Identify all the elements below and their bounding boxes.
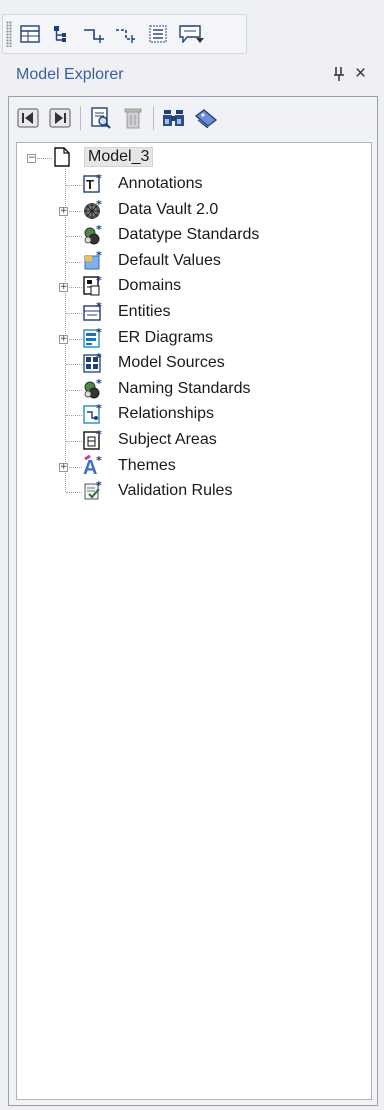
entities-icon: *: [83, 300, 105, 323]
datatype-standards-icon: *: [83, 223, 105, 246]
svg-text:*: *: [96, 301, 102, 313]
model-sources-icon: *: [83, 351, 105, 374]
data-vault-icon: *: [83, 198, 105, 221]
expand-toggle[interactable]: +: [59, 334, 68, 344]
delete-icon[interactable]: [121, 106, 145, 130]
expand-toggle[interactable]: +: [59, 283, 68, 293]
back-icon[interactable]: [16, 106, 40, 130]
tree-connector: [66, 492, 82, 494]
tree-item-subject-areas[interactable]: Subject Areas: [118, 431, 217, 449]
svg-text:*: *: [96, 224, 102, 236]
svg-text:*: *: [96, 327, 102, 339]
tree-item-default-values[interactable]: Default Values: [118, 252, 221, 270]
forward-icon[interactable]: [48, 106, 72, 130]
expand-toggle[interactable]: +: [59, 206, 68, 216]
tree-connector: [66, 466, 82, 468]
properties-icon[interactable]: [89, 106, 113, 130]
svg-text:*: *: [96, 199, 102, 211]
tree-connector: [66, 261, 82, 263]
tree-connector: [66, 287, 82, 289]
tree-icon[interactable]: [50, 22, 74, 46]
toolbar-separator: [80, 106, 81, 130]
domains-icon: *: [83, 274, 105, 297]
tree-connector: [66, 338, 82, 340]
tree-item-datatype-standards[interactable]: Datatype Standards: [118, 226, 259, 244]
tree-item-relationships[interactable]: Relationships: [118, 405, 214, 423]
annotation-icon: T *: [83, 172, 105, 195]
find-icon[interactable]: [162, 106, 186, 130]
svg-text:*: *: [96, 378, 102, 390]
collapse-toggle[interactable]: −: [27, 154, 36, 163]
svg-text:*: *: [96, 429, 102, 441]
svg-text:*: *: [96, 403, 102, 415]
tree-connector: [66, 236, 82, 238]
subject-areas-icon: *: [83, 428, 105, 451]
relationship-dashed-icon[interactable]: [114, 22, 138, 46]
tree-item-entities[interactable]: Entities: [118, 303, 170, 321]
relationships-icon: *: [83, 402, 105, 425]
tree-connector: [37, 158, 52, 159]
dropdown-arrow-icon[interactable]: [196, 38, 204, 44]
naming-standards-icon: *: [83, 377, 105, 400]
svg-text:*: *: [96, 480, 102, 492]
tree-connector: [66, 313, 82, 314]
model-tree: − Model_3 T * Annotations + * Data Vault 2.0 * Da…: [16, 142, 372, 1100]
validation-rules-icon: *: [83, 479, 105, 502]
tree-item-annotations[interactable]: Annotations: [118, 175, 203, 193]
tree-item-domains[interactable]: Domains: [118, 277, 181, 295]
pin-icon[interactable]: [333, 66, 345, 85]
panel-toolbar: [8, 98, 376, 138]
table-icon[interactable]: [18, 22, 42, 46]
themes-icon: A *: [83, 454, 105, 479]
tree-connector: [66, 441, 82, 442]
tree-root-label[interactable]: Model_3: [84, 147, 154, 167]
tree-connector: [66, 389, 82, 391]
tree-item-model-sources[interactable]: Model Sources: [118, 354, 225, 372]
expand-toggle[interactable]: +: [59, 462, 68, 472]
svg-text:*: *: [96, 275, 102, 287]
tag-icon[interactable]: [194, 106, 218, 130]
close-icon[interactable]: ×: [355, 63, 366, 85]
model-document-icon: [54, 147, 76, 169]
default-values-icon: *: [83, 249, 105, 272]
tree-connector: [66, 415, 82, 417]
toolbar-separator: [153, 106, 154, 130]
toolbar-grip[interactable]: [6, 21, 12, 47]
tree-item-themes[interactable]: Themes: [118, 457, 176, 475]
svg-text:*: *: [96, 352, 102, 364]
svg-text:*: *: [96, 455, 102, 467]
top-toolbar: [2, 14, 247, 54]
tree-connector: [66, 185, 82, 186]
svg-text:*: *: [96, 173, 102, 185]
tree-item-naming-standards[interactable]: Naming Standards: [118, 380, 251, 398]
panel-title: Model Explorer: [16, 66, 124, 83]
tree-item-er-diagrams[interactable]: ER Diagrams: [118, 329, 213, 347]
tree-item-data-vault-2-0[interactable]: Data Vault 2.0: [118, 201, 218, 219]
tree-connector: [65, 169, 66, 493]
list-icon[interactable]: [146, 22, 170, 46]
svg-text:T: T: [86, 177, 94, 192]
relationship-icon[interactable]: [82, 22, 106, 46]
tree-connector: [66, 364, 82, 366]
er-diagrams-icon: *: [83, 326, 105, 349]
tree-connector: [66, 210, 82, 212]
tree-item-validation-rules[interactable]: Validation Rules: [118, 482, 232, 500]
svg-text:*: *: [96, 250, 102, 262]
